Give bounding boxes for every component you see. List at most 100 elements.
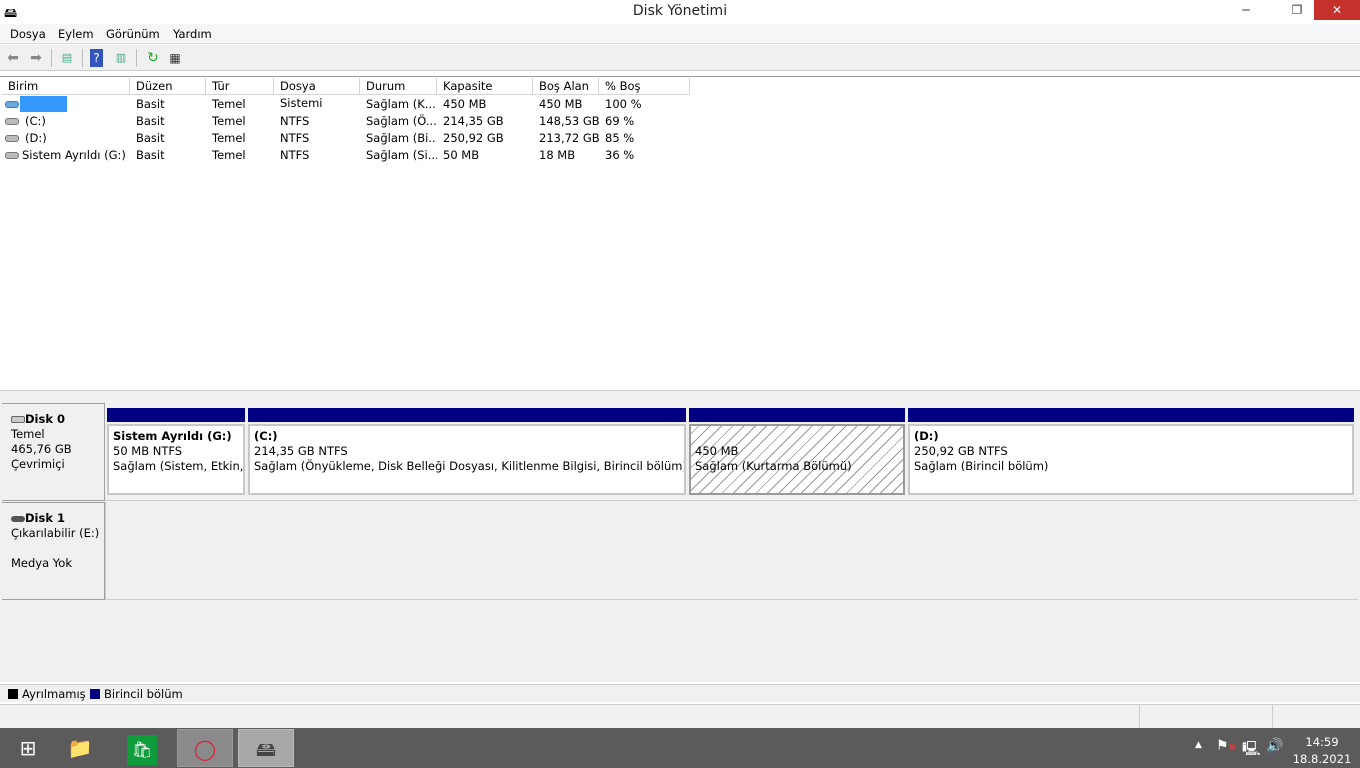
- volume-cell-7: 69 %: [605, 114, 635, 128]
- back-icon[interactable]: ⬅: [4, 49, 22, 67]
- disk-1-area: [105, 502, 1358, 600]
- disk-name: Disk 1: [25, 511, 65, 525]
- column-header[interactable]: Boş Alan: [533, 78, 599, 95]
- disk-name: Disk 0: [25, 412, 65, 426]
- volume-cell-1: Basit: [136, 131, 165, 145]
- volume-row[interactable]: Sistem Ayrıldı (G:) Basit Temel NTFS Sağlam …: [2, 147, 1358, 164]
- volume-cell-2: Temel: [212, 114, 246, 128]
- legend-unallocated: Ayrılmamış: [22, 687, 86, 701]
- partition-system-reserved[interactable]: Sistem Ayrıldı (G:) 50 MB NTFS Sağlam (S…: [107, 424, 245, 495]
- properties-icon[interactable]: ▦: [166, 49, 184, 67]
- show-hide-console-tree-icon[interactable]: ▤: [58, 49, 76, 67]
- partition-c[interactable]: (C:) 214,35 GB NTFS Sağlam (Önyükleme, D…: [248, 424, 686, 495]
- partition-status: Sağlam (Kurtarma Bölümü): [695, 459, 852, 473]
- volume-cell-7: 36 %: [605, 148, 635, 162]
- partition-title: (D:): [914, 429, 939, 443]
- partition-recovery[interactable]: 450 MB Sağlam (Kurtarma Bölümü): [689, 424, 905, 495]
- disk-1-label[interactable]: Disk 1 Çıkarılabilir (E:) Medya Yok: [2, 502, 105, 600]
- menu-gorunum[interactable]: Görünüm: [106, 27, 160, 41]
- disk-size: 465,76 GB: [11, 442, 72, 456]
- disk-management-task-icon[interactable]: 🖴: [238, 729, 294, 767]
- volume-icon[interactable]: 🔊: [1266, 738, 1283, 754]
- legend-swatch-unallocated: [8, 689, 18, 699]
- partition-size: 50 MB NTFS: [113, 444, 183, 458]
- menu-eylem[interactable]: Eylem: [58, 27, 94, 41]
- clock-date: 18.8.2021: [1292, 752, 1352, 766]
- volume-cell-4: Sağlam (Si...: [366, 148, 437, 162]
- disk-0-label[interactable]: Disk 0 Temel 465,76 GB Çevrimiçi: [2, 403, 105, 501]
- store-icon[interactable]: 🛍: [114, 729, 170, 767]
- disk-type: Temel: [11, 427, 45, 441]
- volume-cell-6: 450 MB: [539, 97, 583, 111]
- volume-cell-6: 213,72 GB: [539, 131, 599, 145]
- partition-header-bar: [107, 408, 245, 422]
- partition-size: 214,35 GB NTFS: [254, 444, 348, 458]
- volume-cell-5: 250,92 GB: [443, 131, 504, 145]
- show-hidden-icons-icon[interactable]: ▲: [1195, 740, 1202, 750]
- column-header[interactable]: Durum: [360, 78, 437, 95]
- volume-cell-5: 214,35 GB: [443, 114, 504, 128]
- volume-cell-3: NTFS: [280, 131, 310, 145]
- help-icon[interactable]: ?: [90, 49, 103, 67]
- toolbar: [0, 45, 1360, 71]
- partition-size: 250,92 GB NTFS: [914, 444, 1008, 458]
- volume-cell-5: 450 MB: [443, 97, 487, 111]
- clock[interactable]: 14:59 18.8.2021: [1290, 734, 1354, 768]
- volume-cell-1: Basit: [136, 114, 165, 128]
- file-explorer-icon[interactable]: 📁: [52, 729, 108, 767]
- refresh-icon[interactable]: ↻: [144, 49, 162, 67]
- partition-status: Sağlam (Sistem, Etkin, B: [113, 459, 245, 473]
- volume-cell-3: [274, 96, 360, 113]
- menu-dosya[interactable]: Dosya: [10, 27, 46, 41]
- volume-cell-0: Sistem Ayrıldı (G:): [22, 148, 126, 162]
- volume-cell-4: Sağlam (Ö...: [366, 114, 437, 128]
- partition-title: (C:): [254, 429, 278, 443]
- volume-cell-2: Temel: [212, 131, 246, 145]
- volume-cell-3: NTFS: [280, 114, 310, 128]
- column-header[interactable]: Birim: [2, 78, 130, 95]
- partition-header-bar: [689, 408, 905, 422]
- column-header[interactable]: Tür: [206, 78, 274, 95]
- partition-header-bar: [248, 408, 686, 422]
- disk-icon: [11, 416, 25, 423]
- start-windows-icon[interactable]: ⊞: [0, 729, 56, 767]
- network-icon[interactable]: 🖳: [1242, 738, 1261, 762]
- partition-size: 450 MB: [695, 444, 739, 458]
- window-title: Disk Yönetimi: [632, 3, 728, 19]
- volume-cell-2: Temel: [212, 97, 246, 111]
- volume-cell-0: (C:): [25, 114, 46, 128]
- clock-time: 14:59: [1305, 735, 1339, 749]
- column-header[interactable]: % Boş: [599, 78, 690, 95]
- volume-cell-4: Sağlam (Bi...: [366, 131, 437, 145]
- volume-row[interactable]: (D:) Basit Temel NTFS Sağlam (Bi... 250,92 GB…: [2, 130, 1358, 147]
- volume-cell-0: (D:): [25, 131, 47, 145]
- action-center-flag-icon[interactable]: ⚑✖: [1216, 738, 1236, 754]
- legend-primary: Birincil bölüm: [104, 687, 183, 701]
- legend-swatch-primary: [90, 689, 100, 699]
- volume-row[interactable]: (C:) Basit Temel NTFS Sağlam (Ö... 214,35 GB 1…: [2, 113, 1358, 130]
- volume-row[interactable]: Basit Temel Sağlam (K... 450 MB 450 MB 100 %: [2, 96, 1358, 113]
- partition-header-bar: [908, 408, 1354, 422]
- disk-type: Çıkarılabilir (E:): [11, 526, 100, 540]
- volume-cell-5: 50 MB: [443, 148, 480, 162]
- volume-cell-1: Basit: [136, 97, 165, 111]
- volume-drive-icon: [5, 118, 19, 125]
- column-header[interactable]: Düzen: [130, 78, 206, 95]
- volume-cell-0: [19, 96, 131, 113]
- column-header[interactable]: Dosya Sistemi: [274, 78, 360, 110]
- column-header[interactable]: Kapasite: [437, 78, 533, 95]
- pane-splitter[interactable]: [0, 390, 1360, 400]
- forward-icon[interactable]: ➡: [27, 49, 45, 67]
- menu-yardim[interactable]: Yardım: [173, 27, 212, 41]
- legend: Ayrılmamış Birincil bölüm: [0, 684, 1360, 702]
- volume-cell-6: 148,53 GB: [539, 114, 599, 128]
- show-hide-action-pane-icon[interactable]: ▥: [112, 49, 130, 67]
- status-bar: [0, 704, 1360, 729]
- volume-cell-2: Temel: [212, 148, 246, 162]
- volume-cell-7: 85 %: [605, 131, 635, 145]
- partition-d[interactable]: (D:) 250,92 GB NTFS Sağlam (Birincil böl…: [908, 424, 1354, 495]
- partition-status: Sağlam (Birincil bölüm): [914, 459, 1049, 473]
- close-button[interactable]: ✕: [1314, 0, 1360, 20]
- opera-browser-icon[interactable]: ◯: [177, 729, 233, 767]
- minimize-button[interactable]: ─: [1223, 0, 1269, 20]
